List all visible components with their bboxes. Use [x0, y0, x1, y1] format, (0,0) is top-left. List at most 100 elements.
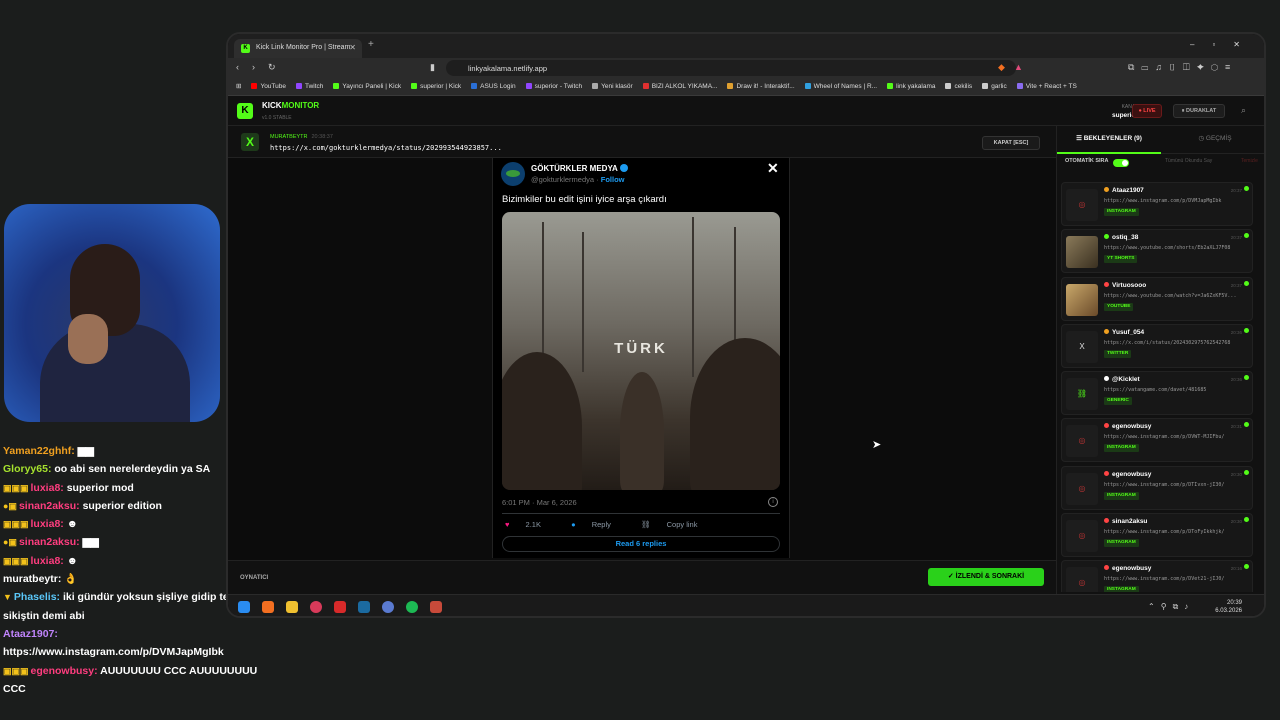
url-input[interactable]: linkyakalama.netlify.app: [446, 60, 1016, 76]
window-controls[interactable]: –▫✕: [1190, 40, 1258, 49]
bookmark-item[interactable]: Twitch: [296, 83, 323, 90]
tweet-author-name[interactable]: GÖKTÜRKLER MEDYA: [531, 164, 628, 173]
bookmark-item[interactable]: garlic: [982, 83, 1007, 90]
extensions-icons[interactable]: ⧉▭♫▯◫✦⬡≡: [1128, 62, 1237, 73]
queue-item[interactable]: ◎ sinan2aksu 20:30 https://www.instagram.co…: [1061, 513, 1253, 558]
queue-item[interactable]: ⛓ @Kicklet 20:36 https://vatangame.com/dave…: [1061, 371, 1253, 416]
current-link-url[interactable]: https://x.com/gokturklermedya/status/202…: [270, 144, 502, 152]
app-icon-2[interactable]: [334, 601, 346, 613]
queue-username: egenowbusy: [1104, 565, 1151, 572]
queue-username: egenowbusy: [1104, 423, 1151, 430]
player-label: OYNATICI: [240, 575, 269, 581]
queue-item[interactable]: Virtuosooo 20:37 https://www.youtube.com/w…: [1061, 276, 1253, 321]
queue-time: 20:36: [1230, 377, 1242, 383]
embedded-tweet: GÖKTÜRKLER MEDYA @gokturklermedya · Foll…: [492, 158, 790, 558]
tweet-avatar[interactable]: [501, 162, 525, 186]
tab-bar: K Kick Link Monitor Pro | Stream ✕ + –▫✕: [228, 34, 1264, 58]
queue-item[interactable]: ◎ egenowbusy 20:31 https://www.instagram.co…: [1061, 418, 1253, 463]
spotify-icon[interactable]: [406, 601, 418, 613]
chat-username: luxia8:: [30, 554, 64, 567]
user-status-dot: [1104, 234, 1109, 240]
bookmark-item[interactable]: Yeni klasör: [592, 83, 633, 90]
live-button[interactable]: ● LIVE: [1132, 104, 1162, 118]
brave-shield-icon[interactable]: ◆: [998, 62, 1005, 73]
taskbar-clock[interactable]: 20:39 6.03.2026: [1208, 599, 1242, 615]
bookmark-favicon-icon: [296, 83, 302, 89]
clear-all-button[interactable]: Temizle: [1241, 158, 1258, 164]
settings-icon[interactable]: ⌕: [1241, 105, 1246, 116]
user-status-dot: [1104, 470, 1109, 476]
queue-url: https://vatangame.com/davet/481685: [1104, 387, 1207, 394]
bookmark-item[interactable]: YouTube: [251, 83, 286, 90]
platform-tag: INSTAGRAM: [1104, 444, 1139, 453]
start-icon[interactable]: [238, 601, 250, 613]
bookmark-item[interactable]: Vite + React + TS: [1016, 83, 1077, 90]
steam-icon[interactable]: [358, 601, 370, 613]
bookmark-item[interactable]: link yakalama: [887, 83, 935, 90]
queue-url: https://www.instagram.com/p/DVWT-MJIFbu/: [1104, 434, 1225, 441]
chat-username: Gloryy65:: [3, 463, 52, 476]
bookmark-item[interactable]: BIZI ALKOL YIKAMA...: [642, 83, 718, 90]
auto-queue-toggle[interactable]: [1113, 159, 1129, 167]
watched-next-button[interactable]: ✓ İZLENDİ & SONRAKİ: [928, 568, 1044, 586]
bookmark-item[interactable]: ASUS Login: [471, 83, 516, 90]
bookmark-label: YouTube: [260, 83, 286, 90]
bookmark-item[interactable]: Draw it! - Interaktif...: [727, 83, 795, 90]
kick-logo: K: [237, 103, 253, 119]
queue-item[interactable]: ◎ Ataaz1907 20:37 https://www.instagram.com…: [1061, 182, 1253, 226]
tweet-date[interactable]: 6:01 PM · Mar 6, 2026: [502, 498, 577, 507]
bookmark-item[interactable]: superior - Twitch: [525, 83, 582, 90]
queue-item[interactable]: ◎ egenowbusy 20:16 https://www.instagram.co…: [1061, 560, 1253, 592]
pause-button[interactable]: ⏸ DURAKLAT: [1173, 104, 1225, 118]
follow-link[interactable]: Follow: [601, 175, 625, 184]
close-button[interactable]: KAPAT [ESC]: [982, 136, 1040, 150]
new-tab-button[interactable]: +: [368, 39, 374, 50]
channel-name: superior: [1111, 112, 1138, 119]
tab-waiting[interactable]: ☰ BEKLEYENLER (9): [1057, 126, 1161, 154]
queue-username: egenowbusy: [1104, 470, 1151, 478]
tab-history[interactable]: ◷ GEÇMİŞ: [1161, 126, 1264, 154]
bookmark-favicon-icon: [887, 83, 894, 89]
link-viewer: GÖKTÜRKLER MEDYA @gokturklermedya · Foll…: [228, 158, 1056, 560]
forward-icon[interactable]: ›: [252, 62, 255, 72]
queue-item[interactable]: ostiq_38 20:37 https://www.youtube.com/sho…: [1061, 229, 1253, 274]
system-tray-icons[interactable]: ⌃⚲⧉♪: [1148, 602, 1194, 612]
bookmark-item[interactable]: superior | Kick: [411, 83, 461, 90]
mark-all-read-button[interactable]: Tümünü Okundu Say: [1165, 158, 1212, 164]
app-icon-4[interactable]: [430, 601, 442, 613]
read-replies-button[interactable]: Read 6 replies: [502, 536, 780, 552]
bookmark-item[interactable]: Yayıncı Paneli | Kick: [333, 83, 401, 90]
bookmark-label: link yakalama: [896, 83, 936, 90]
close-tab-icon[interactable]: ✕: [349, 43, 356, 52]
explorer-icon[interactable]: [286, 601, 298, 613]
like-button[interactable]: ♥ 2.1K: [505, 520, 555, 529]
bookmark-label: BIZI ALKOL YIKAMA...: [651, 83, 718, 90]
tweet-video[interactable]: TÜRK: [502, 212, 780, 490]
x-logo-icon[interactable]: ✕: [767, 160, 779, 177]
rewards-icon[interactable]: ▲: [1014, 62, 1023, 72]
reply-button[interactable]: ● Reply: [571, 520, 625, 529]
sidebar-tabs: ☰ BEKLEYENLER (9) ◷ GEÇMİŞ: [1057, 126, 1264, 154]
queue-time: 20:37: [1230, 188, 1242, 193]
bookmark-item[interactable]: cekilis: [945, 83, 972, 90]
bookmark-label: Vite + React + TS: [1025, 83, 1077, 90]
queue-thumbnail: ◎: [1066, 567, 1098, 592]
browser-tab[interactable]: K Kick Link Monitor Pro | Stream ✕: [234, 39, 362, 58]
back-icon[interactable]: ‹: [236, 62, 239, 72]
reload-icon[interactable]: ↻: [268, 62, 276, 73]
brave-app-icon[interactable]: [262, 601, 274, 613]
app-icon-3[interactable]: [382, 601, 394, 613]
chat-username: luxia8:: [30, 518, 64, 531]
chat-username: Ataaz1907:: [3, 627, 58, 640]
apps-icon[interactable]: ⊞: [236, 83, 241, 90]
queue-item[interactable]: X Yusuf_054 20:36 https://x.com/i/status/20…: [1061, 323, 1253, 368]
chat-badges: ▣▣▣: [3, 519, 29, 530]
bookmark-item[interactable]: Wheel of Names | R...: [804, 83, 877, 90]
x-platform-icon: X: [241, 133, 259, 151]
bookmark-icon[interactable]: ▮: [430, 62, 435, 73]
app-icon[interactable]: [310, 601, 322, 613]
queue-item[interactable]: ◎ egenowbusy 20:30 https://www.instagram.co…: [1061, 465, 1253, 510]
info-icon[interactable]: i: [768, 497, 778, 507]
copy-link-button[interactable]: ⛓ Copy link: [641, 520, 711, 529]
chat-username: Phaselis:: [13, 591, 61, 604]
